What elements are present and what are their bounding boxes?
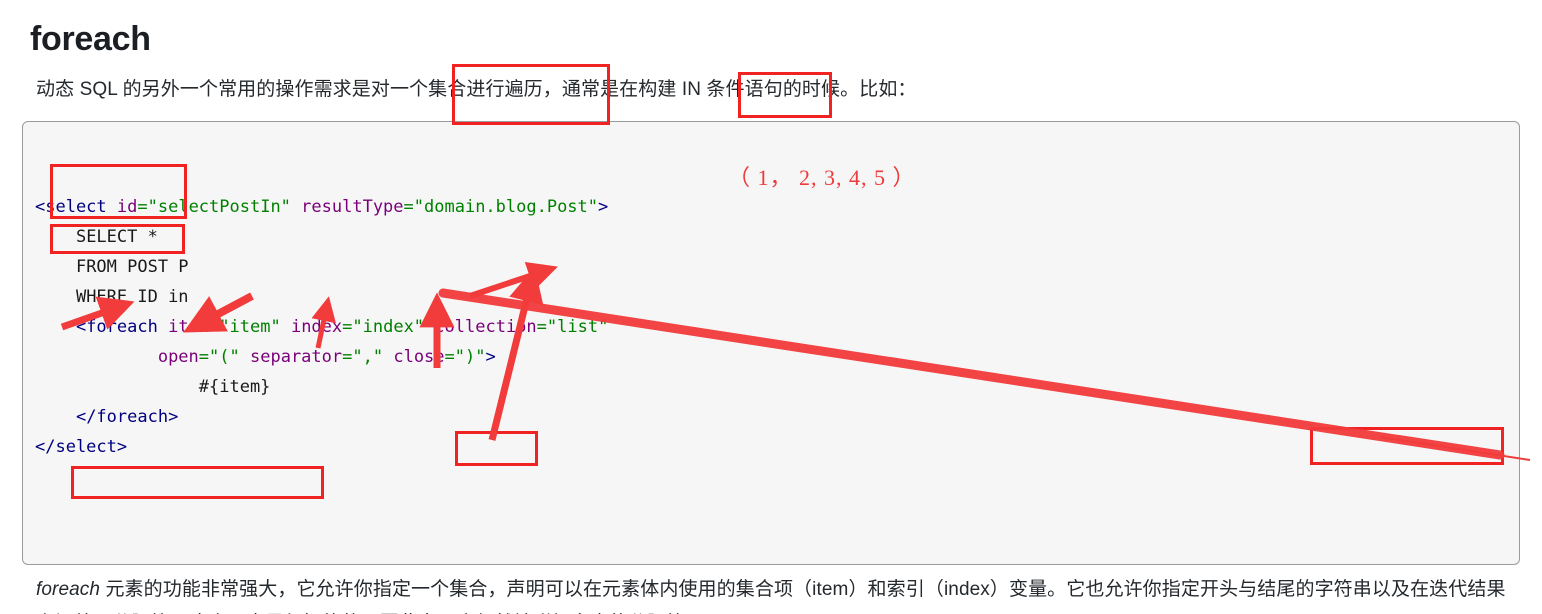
description-body: 元素的功能非常强大，它允许你指定一个集合，声明可以在元素体内使用的集合项（ite… <box>36 578 1506 614</box>
code-token-eq: = <box>137 196 148 217</box>
document-content: foreach 动态 SQL 的另外一个常用的操作需求是对一个集合进行遍历，通常… <box>0 0 1542 614</box>
code-token-eq: = <box>209 316 220 337</box>
code-token-tag: > <box>598 196 609 217</box>
line-sql-from: FROM POST P <box>35 252 1519 282</box>
code-token-attr: separator <box>250 346 343 367</box>
code-token-tag: </foreach> <box>75 406 179 427</box>
line-foreach-open: <foreach item="item" index="index" colle… <box>35 312 1519 342</box>
code-token-attr: close <box>393 346 445 367</box>
code-token-attr: index <box>290 316 343 337</box>
code-token-str: "item" <box>219 316 281 337</box>
code-token-str: "(" <box>209 346 240 367</box>
code-token-sql: WHERE ID in <box>75 286 189 307</box>
code-token-tag: </select> <box>35 436 128 457</box>
code-token-str: "index" <box>352 316 425 337</box>
code-token-eq: = <box>444 346 455 367</box>
code-token-attr: item <box>168 316 210 337</box>
description-paragraph: foreach 元素的功能非常强大，它允许你指定一个集合，声明可以在元素体内使用… <box>22 565 1520 614</box>
code-token-sql: SELECT * <box>75 226 158 247</box>
code-token-sql: FROM POST P <box>75 256 189 277</box>
code-block-foreach-example: <select id="selectPostIn" resultType="do… <box>22 120 1520 565</box>
code-token-eq: = <box>403 196 414 217</box>
line-foreach-attrs: open="(" separator="," close=")"> <box>35 342 1519 372</box>
page-root: foreach 动态 SQL 的另外一个常用的操作需求是对一个集合进行遍历，通常… <box>0 0 1542 614</box>
code-token-eq: = <box>198 346 210 367</box>
code-token-attr: collection <box>434 316 537 337</box>
code-token-tag: <select <box>35 196 117 217</box>
code-token-attr: id <box>116 196 138 217</box>
line-item-placeholder: #{item} <box>35 372 1519 402</box>
code-token-str: "domain.blog.Post" <box>413 196 599 217</box>
code-token-str: ")" <box>454 346 486 367</box>
line-sql-select: SELECT * <box>35 222 1519 252</box>
page-title: foreach <box>30 20 151 58</box>
code-annotation-result: （ 1， 2, 3, 4, 5 ） <box>728 164 916 190</box>
code-token-attr: resultType <box>301 196 404 217</box>
line-foreach-close: </foreach> <box>35 402 1519 432</box>
code-token-attr: open <box>157 346 199 367</box>
code-token-str: "list" <box>546 316 609 337</box>
description-lead-italic: foreach <box>36 578 101 600</box>
code-token-eq: = <box>342 316 353 337</box>
code-lines: <select id="selectPostIn" resultType="do… <box>35 192 1519 462</box>
code-token-tag: > <box>485 346 496 367</box>
code-token-eq: = <box>536 316 547 337</box>
code-token-plain: #{item} <box>198 376 271 397</box>
line-select-open: <select id="selectPostIn" resultType="do… <box>35 192 1519 222</box>
line-select-close: </select> <box>35 432 1519 462</box>
intro-paragraph: 动态 SQL 的另外一个常用的操作需求是对一个集合进行遍历，通常是在构建 IN … <box>36 78 917 100</box>
line-sql-where: WHERE ID in <box>35 282 1519 312</box>
code-token-eq: = <box>342 346 353 367</box>
code-token-str: "selectPostIn" <box>147 196 291 217</box>
code-token-str: "," <box>352 346 384 367</box>
code-token-tag: <foreach <box>75 316 169 337</box>
